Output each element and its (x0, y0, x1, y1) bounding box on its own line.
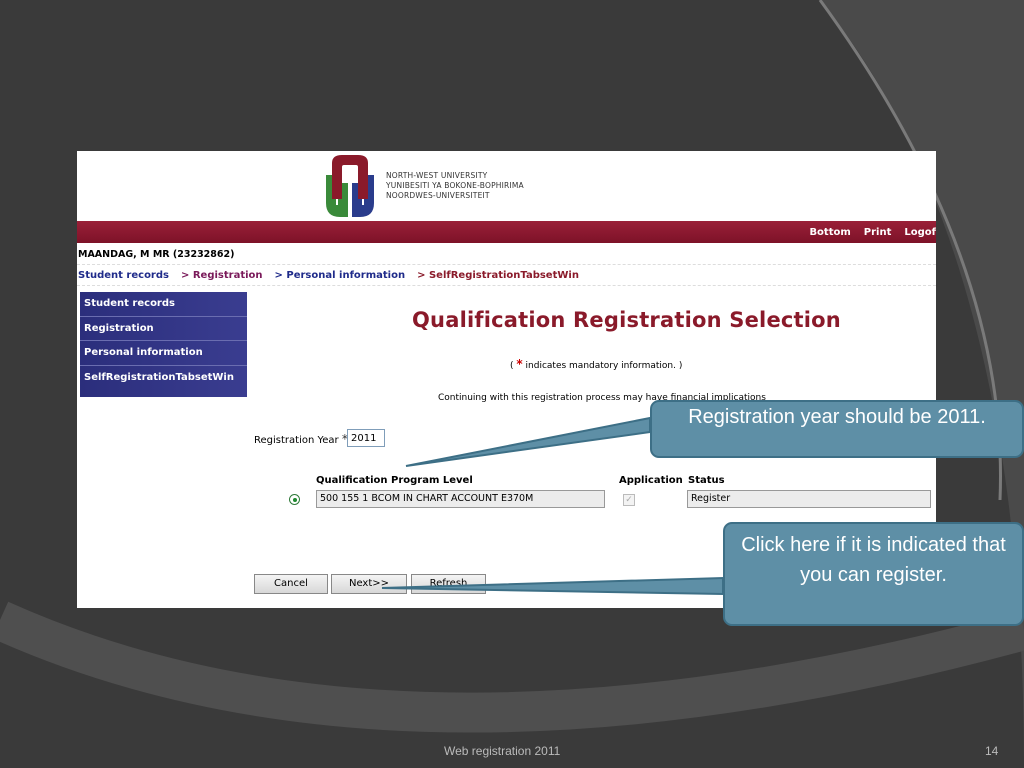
breadcrumb-tabset[interactable]: > SelfRegistrationTabsetWin (417, 270, 579, 281)
breadcrumb-personal-information[interactable]: > Personal information (275, 270, 406, 281)
registration-year-callout: Registration year should be 2011. (650, 400, 1024, 458)
cancel-button[interactable]: Cancel (254, 574, 328, 594)
sidebar-item-student-records[interactable]: Student records (80, 292, 247, 317)
side-navigation: Student records Registration Personal in… (80, 292, 247, 397)
registration-year-label-text: Registration Year (254, 435, 339, 446)
application-checkbox[interactable]: ✓ (623, 494, 635, 506)
registration-year-input[interactable] (347, 429, 385, 447)
breadcrumb-registration[interactable]: > Registration (181, 270, 263, 281)
header-program: Qualification Program Level (316, 475, 473, 486)
sidebar-item-tabset[interactable]: SelfRegistrationTabsetWin (80, 366, 247, 391)
page-title: Qualification Registration Selection (412, 308, 841, 332)
program-field: 500 155 1 BCOM IN CHART ACCOUNT E370M (316, 490, 605, 508)
status-field: Register (687, 490, 931, 508)
sidebar-item-personal-information[interactable]: Personal information (80, 341, 247, 366)
header-application: Application (619, 475, 683, 486)
logo-line-1: NORTH-WEST UNIVERSITY (386, 171, 488, 180)
program-radio[interactable] (289, 494, 300, 505)
top-bar: Bottom Print Logof (77, 221, 936, 243)
print-link[interactable]: Print (864, 227, 892, 238)
logo-line-3: NOORDWES-UNIVERSITEIT (386, 191, 490, 200)
bottom-link[interactable]: Bottom (809, 227, 850, 238)
next-button-callout: Click here if it is indicated that you c… (723, 522, 1024, 626)
mandatory-open: ( (510, 361, 514, 371)
next-button[interactable]: Next>> (331, 574, 407, 594)
university-logo: NORTH-WEST UNIVERSITY YUNIBESITI YA BOKO… (322, 151, 524, 221)
logoff-link[interactable]: Logof (904, 227, 936, 238)
mandatory-text: indicates mandatory information. ) (525, 361, 683, 371)
user-name: MAANDAG, M MR (23232862) (78, 249, 235, 260)
registration-year-label: Registration Year * (254, 432, 348, 446)
refresh-button[interactable]: Refresh (411, 574, 486, 594)
sidebar-item-registration[interactable]: Registration (80, 317, 247, 341)
logo-line-2: YUNIBESITI YA BOKONE-BOPHIRIMA (386, 181, 524, 190)
header-status: Status (688, 475, 725, 486)
nwu-logo-icon (326, 155, 374, 217)
mandatory-star-icon: * (516, 357, 523, 371)
page-number: 14 (985, 744, 999, 758)
breadcrumb-student-records[interactable]: Student records (78, 270, 169, 281)
mandatory-note: ( * indicates mandatory information. ) (510, 357, 682, 371)
footer-title: Web registration 2011 (444, 744, 561, 758)
breadcrumb: Student records > Registration > Persona… (77, 264, 936, 286)
